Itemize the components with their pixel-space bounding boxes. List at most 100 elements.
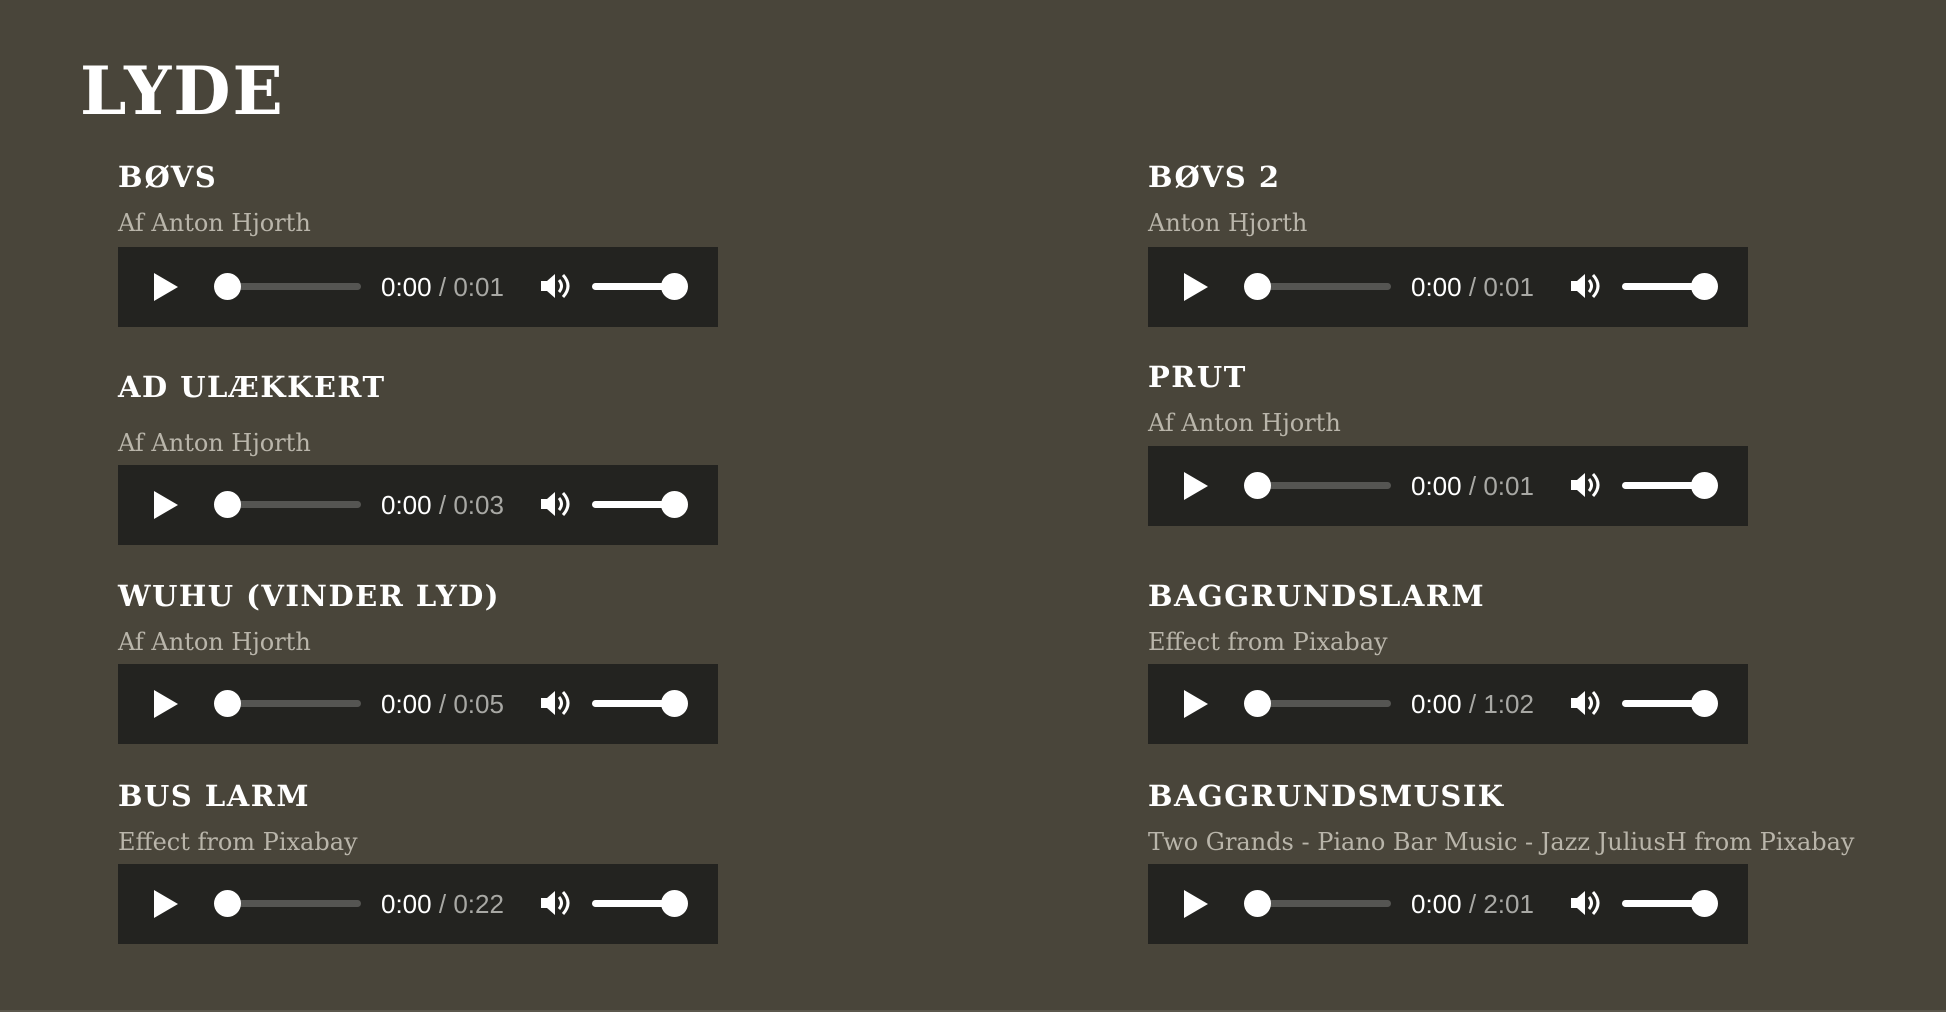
time-separator: /: [438, 889, 447, 919]
current-time: 0:00: [381, 889, 432, 919]
sound-title: WUHU (VINDER LYD): [118, 579, 500, 613]
time-display: 0:00 / 0:03: [381, 490, 504, 520]
volume-thumb[interactable]: [661, 890, 688, 917]
volume-thumb[interactable]: [661, 491, 688, 518]
audio-player: 0:00 / 0:05: [118, 664, 718, 744]
progress-thumb[interactable]: [214, 491, 241, 518]
duration: 0:03: [453, 490, 504, 520]
volume-slider[interactable]: [592, 491, 688, 518]
progress-thumb[interactable]: [1244, 890, 1271, 917]
sound-credit: Effect from Pixabay: [1148, 628, 1388, 656]
play-icon[interactable]: [1184, 472, 1208, 500]
progress-thumb[interactable]: [1244, 472, 1271, 499]
play-icon[interactable]: [154, 890, 178, 918]
time-display: 0:00 / 0:05: [381, 689, 504, 719]
volume-thumb[interactable]: [661, 690, 688, 717]
sound-item-prut: PRUT Af Anton Hjorth 0:00 / 0:01: [1148, 360, 1748, 526]
play-icon[interactable]: [154, 690, 178, 718]
sound-credit: Two Grands - Piano Bar Music - Jazz Juli…: [1148, 828, 1855, 856]
progress-thumb[interactable]: [1244, 273, 1271, 300]
duration: 0:05: [453, 689, 504, 719]
audio-player: 0:00 / 2:01: [1148, 864, 1748, 944]
play-icon[interactable]: [1184, 273, 1208, 301]
time-display: 0:00 / 0:01: [381, 272, 504, 302]
play-icon[interactable]: [1184, 690, 1208, 718]
volume-thumb[interactable]: [1691, 472, 1718, 499]
progress-slider[interactable]: [214, 890, 361, 917]
play-icon[interactable]: [1184, 890, 1208, 918]
volume-icon[interactable]: [1568, 269, 1602, 303]
sound-item-bovs: BØVS Af Anton Hjorth 0:00 / 0:01: [118, 160, 718, 327]
play-icon[interactable]: [154, 273, 178, 301]
audio-player: 0:00 / 0:22: [118, 864, 718, 944]
progress-slider[interactable]: [1244, 690, 1391, 717]
current-time: 0:00: [381, 689, 432, 719]
progress-thumb[interactable]: [214, 273, 241, 300]
time-display: 0:00 / 2:01: [1411, 889, 1534, 919]
progress-slider[interactable]: [214, 273, 361, 300]
play-icon[interactable]: [154, 491, 178, 519]
volume-thumb[interactable]: [1691, 273, 1718, 300]
duration: 0:01: [1483, 272, 1534, 302]
progress-slider[interactable]: [214, 690, 361, 717]
volume-icon[interactable]: [1568, 468, 1602, 502]
volume-icon[interactable]: [538, 686, 572, 720]
time-separator: /: [438, 689, 447, 719]
progress-thumb[interactable]: [1244, 690, 1271, 717]
volume-icon[interactable]: [1568, 886, 1602, 920]
volume-thumb[interactable]: [661, 273, 688, 300]
sound-credit: Af Anton Hjorth: [118, 429, 311, 457]
time-display: 0:00 / 0:22: [381, 889, 504, 919]
time-display: 0:00 / 1:02: [1411, 689, 1534, 719]
page-title: LYDE: [80, 52, 285, 130]
volume-slider[interactable]: [592, 273, 688, 300]
current-time: 0:00: [1411, 889, 1462, 919]
sound-title: BAGGRUNDSLARM: [1148, 579, 1486, 613]
current-time: 0:00: [381, 490, 432, 520]
time-display: 0:00 / 0:01: [1411, 272, 1534, 302]
sound-title: PRUT: [1148, 360, 1247, 394]
time-separator: /: [1468, 689, 1477, 719]
current-time: 0:00: [1411, 689, 1462, 719]
duration: 0:01: [1483, 471, 1534, 501]
sound-title: BAGGRUNDSMUSIK: [1148, 779, 1505, 813]
progress-slider[interactable]: [1244, 890, 1391, 917]
duration: 0:22: [453, 889, 504, 919]
volume-slider[interactable]: [592, 890, 688, 917]
sound-credit: Anton Hjorth: [1148, 209, 1308, 237]
volume-icon[interactable]: [1568, 686, 1602, 720]
volume-slider[interactable]: [1622, 890, 1718, 917]
audio-player: 0:00 / 0:01: [1148, 446, 1748, 526]
sound-item-ad-ulaekkert: AD ULÆKKERT Af Anton Hjorth 0:00 / 0:03: [118, 370, 718, 545]
progress-slider[interactable]: [1244, 273, 1391, 300]
sound-credit: Af Anton Hjorth: [118, 628, 311, 656]
sound-item-wuhu: WUHU (VINDER LYD) Af Anton Hjorth 0:00 /…: [118, 579, 718, 744]
volume-slider[interactable]: [1622, 273, 1718, 300]
time-separator: /: [1468, 272, 1477, 302]
duration: 0:01: [453, 272, 504, 302]
volume-slider[interactable]: [592, 690, 688, 717]
time-separator: /: [1468, 889, 1477, 919]
progress-slider[interactable]: [214, 491, 361, 518]
duration: 2:01: [1483, 889, 1534, 919]
progress-thumb[interactable]: [214, 690, 241, 717]
current-time: 0:00: [381, 272, 432, 302]
volume-slider[interactable]: [1622, 472, 1718, 499]
volume-slider[interactable]: [1622, 690, 1718, 717]
progress-slider[interactable]: [1244, 472, 1391, 499]
sound-credit: Af Anton Hjorth: [118, 209, 311, 237]
audio-player: 0:00 / 0:03: [118, 465, 718, 545]
volume-thumb[interactable]: [1691, 890, 1718, 917]
volume-icon[interactable]: [538, 886, 572, 920]
audio-player: 0:00 / 0:01: [118, 247, 718, 327]
sound-title: BØVS 2: [1148, 160, 1281, 194]
sound-title: AD ULÆKKERT: [118, 370, 386, 404]
current-time: 0:00: [1411, 471, 1462, 501]
volume-icon[interactable]: [538, 487, 572, 521]
volume-icon[interactable]: [538, 269, 572, 303]
time-separator: /: [438, 490, 447, 520]
volume-thumb[interactable]: [1691, 690, 1718, 717]
sound-item-bus-larm: BUS LARM Effect from Pixabay 0:00 / 0:22: [118, 782, 718, 944]
progress-thumb[interactable]: [214, 890, 241, 917]
sound-title: BØVS: [118, 160, 218, 194]
